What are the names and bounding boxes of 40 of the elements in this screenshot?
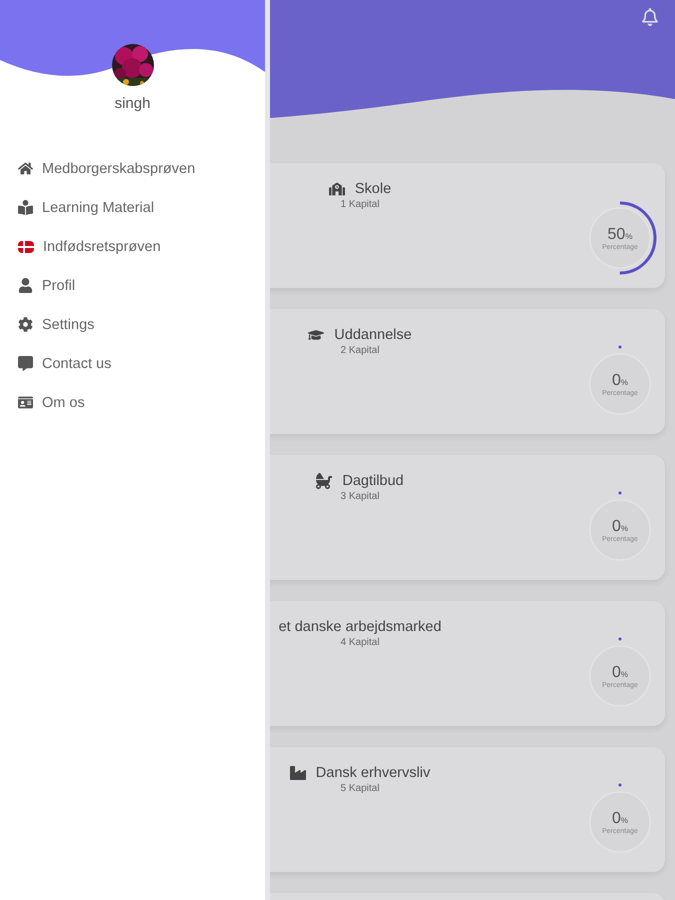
chapter-subtitle: 3 Kapital (340, 491, 380, 502)
menu-item[interactable]: Learning Material (18, 197, 265, 218)
factory-icon (290, 765, 306, 781)
percent-value: 0% (612, 518, 628, 536)
bell-icon[interactable] (641, 8, 659, 26)
progress-dot (618, 638, 622, 640)
progress-dot (618, 346, 622, 348)
school-building-icon (328, 181, 345, 197)
denmark-flag-icon (18, 240, 34, 252)
progress-track (589, 207, 651, 269)
percent-value: 0% (612, 810, 628, 828)
chapter-title: Skole (354, 181, 392, 197)
chapter-title: Dagtilbud (342, 473, 404, 489)
graduation-cap-icon (308, 327, 324, 343)
menu-item[interactable]: Profil (18, 275, 265, 296)
percent-value: 0% (612, 372, 628, 390)
menu-item[interactable]: Medborgerskabsprøven (18, 158, 265, 179)
home-icon (18, 161, 33, 176)
user-icon (18, 278, 33, 293)
chapter-subtitle: 2 Kapital (340, 345, 380, 356)
menu-item[interactable]: Om os (18, 392, 265, 413)
menu-item[interactable]: Settings (18, 314, 265, 335)
chapter-title: et danske arbejdsmarked (278, 619, 442, 635)
chapter-subtitle: 5 Kapital (340, 783, 380, 794)
chapter-subtitle: 1 Kapital (340, 199, 380, 210)
user-name: singh (114, 95, 150, 112)
book-reader-icon (18, 200, 33, 215)
progress-dot (618, 784, 622, 786)
percent-value: 50% (608, 226, 632, 244)
id-card-icon (18, 395, 33, 410)
chat-bubble-icon (18, 356, 33, 371)
progress-dot (618, 492, 622, 494)
settings-icon (18, 317, 33, 332)
chapter-title: Dansk erhvervsliv (316, 765, 430, 781)
baby-carriage-icon (316, 473, 332, 489)
chapter-title: Uddannelse (334, 327, 412, 343)
chapter-subtitle: 4 Kapital (340, 637, 380, 648)
percent-value: 0% (612, 664, 628, 682)
menu-item[interactable]: Indfødsretsprøven (18, 236, 265, 257)
menu-item[interactable]: Contact us (18, 353, 265, 374)
